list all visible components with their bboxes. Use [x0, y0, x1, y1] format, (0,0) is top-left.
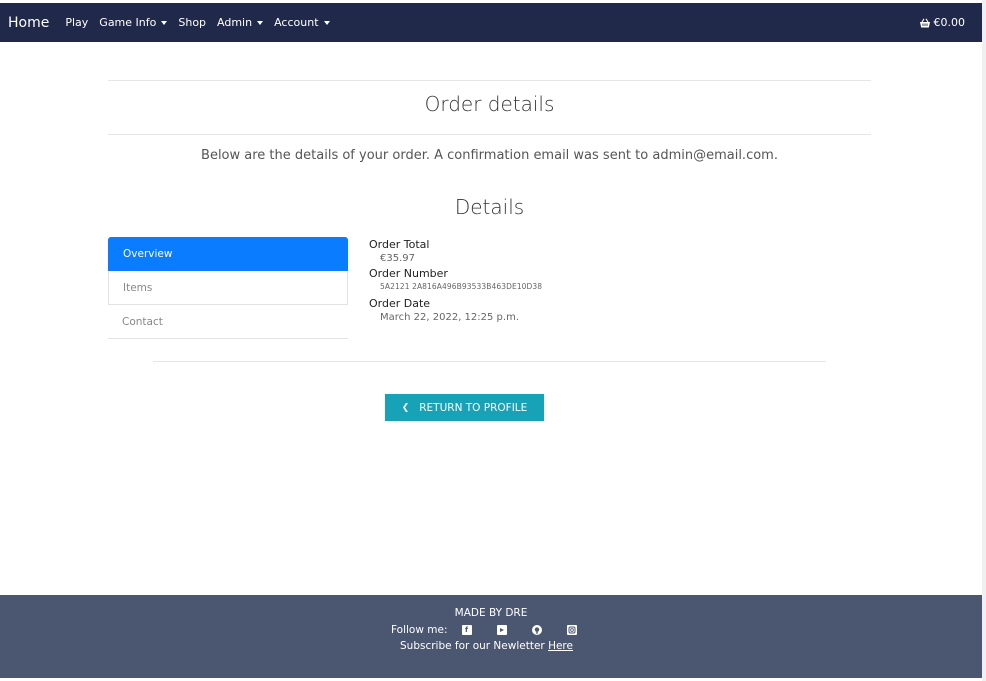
nav-shop-label: Shop [178, 16, 207, 29]
details-tab-list: Overview Items Contact [108, 237, 348, 339]
social-links: Follow me: f [391, 624, 577, 636]
order-number-label: Order Number [369, 267, 448, 280]
newsletter-label: Subscribe for our Newletter [400, 640, 545, 652]
facebook-icon[interactable]: f [461, 625, 472, 635]
caret-down-icon [257, 20, 264, 25]
basket-icon [919, 18, 930, 27]
window-right-edge [982, 0, 986, 681]
tab-contact[interactable]: Contact [108, 305, 348, 339]
nav-account-dropdown[interactable]: Account [274, 16, 330, 29]
nav-play-link[interactable]: Play [65, 16, 88, 29]
cart-total: €0.00 [933, 16, 966, 29]
details-heading: Details [454, 195, 525, 219]
nav-shop-link[interactable]: Shop [178, 16, 206, 29]
order-date-label: Order Date [369, 297, 431, 310]
nav-account-label: Account [274, 16, 319, 29]
youtube-icon[interactable] [496, 625, 507, 635]
chevron-left-icon: ❮ [401, 402, 410, 413]
tab-overview[interactable]: Overview [108, 237, 348, 271]
site-footer: MADE BY DRE Follow me: f Subscribe for o… [0, 595, 982, 678]
nav-game-info-dropdown[interactable]: Game Info [99, 16, 168, 29]
nav-game-info-label: Game Info [99, 16, 157, 29]
tab-contact-label: Contact [122, 315, 163, 328]
return-to-profile-button[interactable]: ❮ RETURN TO PROFILE [385, 394, 544, 421]
tab-overview-label: Overview [123, 248, 173, 260]
tab-items[interactable]: Items [108, 271, 348, 305]
order-total-label: Order Total [369, 238, 430, 251]
nav-admin-dropdown[interactable]: Admin [217, 16, 264, 29]
return-to-profile-label: RETURN TO PROFILE [419, 401, 528, 414]
divider-top [108, 80, 871, 81]
order-total-value: €35.97 [380, 253, 415, 264]
page: Home Play Game Info Shop Admin Account €… [0, 0, 986, 681]
newsletter-text: Subscribe for our Newletter Here [400, 640, 573, 652]
nav-play-label: Play [65, 16, 89, 29]
made-by-text: MADE BY DRE [454, 607, 528, 619]
newsletter-signup-link[interactable]: Here [548, 640, 573, 652]
nav-home-link[interactable]: Home [8, 15, 49, 31]
order-number-value: 5A2121 2A816A496B93533B463DE10D38 [380, 282, 543, 291]
divider-title [108, 134, 871, 135]
divider-bottom [153, 361, 826, 362]
github-icon[interactable] [531, 625, 542, 635]
order-overview-panel: Order Total €35.97 Order Number 5A2121 2… [369, 238, 542, 326]
tab-items-label: Items [123, 281, 153, 294]
order-date-value: March 22, 2022, 12:25 p.m. [380, 312, 519, 323]
top-navbar: Home Play Game Info Shop Admin Account €… [0, 3, 982, 42]
nav-admin-label: Admin [217, 16, 253, 29]
caret-down-icon [161, 20, 168, 25]
instagram-icon[interactable] [566, 625, 577, 635]
cart-link[interactable]: €0.00 [919, 3, 966, 42]
order-confirmation-text: Below are the details of your order. A c… [201, 148, 778, 163]
follow-label: Follow me: [391, 624, 448, 636]
caret-down-icon [323, 20, 330, 25]
page-title: Order details [424, 92, 555, 116]
